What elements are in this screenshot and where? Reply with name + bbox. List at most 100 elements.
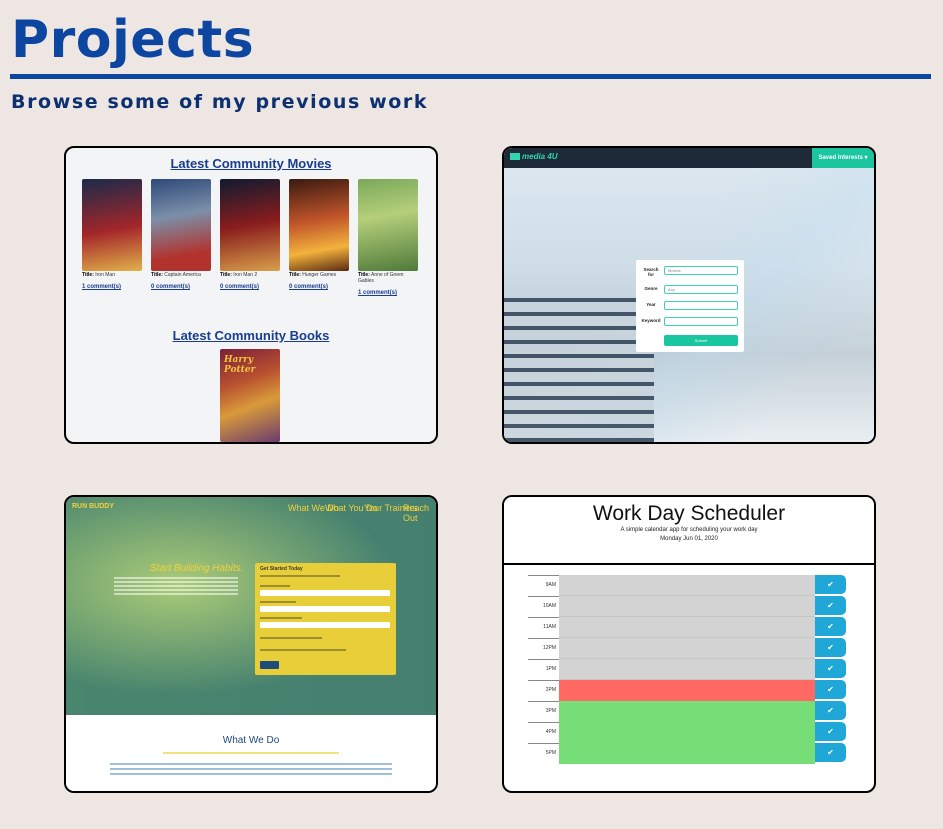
field-label [260,601,296,603]
section-divider [163,752,339,754]
submit-button[interactable]: Submit [664,335,738,346]
search-for-label: Search for [643,267,659,277]
name-input[interactable] [260,590,390,596]
book-cover-title: Harry Potter [224,355,256,375]
save-button[interactable]: ✔ [815,575,846,594]
event-textarea[interactable] [559,680,815,701]
save-button[interactable]: ✔ [815,596,846,615]
time-block-row: 11AM ✔ [528,617,848,638]
check-icon: ✔ [827,727,834,736]
movie-caption: Title: Captain America [151,272,201,278]
year-label: Year [646,302,656,307]
time-block-row: 3PM ✔ [528,701,848,722]
event-textarea[interactable] [559,743,815,764]
email-input[interactable] [260,606,390,612]
comment-count-link[interactable]: 0 comment(s) [289,284,328,290]
run-buddy-logo: RUN BUDDY [72,503,114,510]
keyword-label: Keyword [641,318,661,323]
page-title: Projects [11,10,255,70]
time-block-row: 5PM ✔ [528,743,848,764]
hero-heading: Start Building Habits. [150,563,244,574]
movie-poster-image [358,179,418,271]
saved-interests-button[interactable]: Saved Interests ▾ [812,148,874,168]
hour-label: 5PM [528,743,559,764]
check-icon: ✔ [827,664,834,673]
movie-poster-image [82,179,142,271]
form-note [260,575,340,577]
nav-reach-out[interactable]: Reach Out [403,503,436,523]
save-button[interactable]: ✔ [815,701,846,720]
save-button[interactable]: ✔ [815,659,846,678]
check-icon: ✔ [827,706,834,715]
media4u-logo: media 4U [510,152,558,161]
hour-label: 12PM [528,638,559,659]
time-block-row: 12PM ✔ [528,638,848,659]
comment-count-link[interactable]: 0 comment(s) [220,284,259,290]
get-started-form: Get Started Today [255,563,396,675]
hour-label: 4PM [528,722,559,743]
event-textarea[interactable] [559,575,815,596]
keyword-input[interactable] [664,317,738,326]
project-card-run-buddy[interactable]: RUN BUDDY What We Do What You Do Your Tr… [64,495,438,793]
current-date: Monday Jun 01, 2020 [660,536,718,542]
hour-label: 11AM [528,617,559,638]
what-we-do-section: What We Do [66,715,436,791]
movie-caption: Title: Iron Man 2 [220,272,258,278]
check-icon: ✔ [827,580,834,589]
bookshelf-image [504,298,654,442]
movie-caption: Title: Iron Man [82,272,115,278]
movie-poster-image [151,179,211,271]
section-paragraph [110,763,392,775]
year-input[interactable] [664,301,738,310]
check-icon: ✔ [827,622,834,631]
event-textarea[interactable] [559,617,815,638]
movie-poster-image [289,179,349,271]
movie-caption: Title: Anne of Green Gables [358,272,404,284]
book-cover-image: Harry Potter [220,349,280,442]
comment-count-link[interactable]: 1 comment(s) [82,284,121,290]
project-card-media4u[interactable]: media 4U Saved Interests ▾ Search for Mo… [502,146,876,444]
hour-label: 10AM [528,596,559,617]
save-button[interactable]: ✔ [815,638,846,657]
comment-count-link[interactable]: 1 comment(s) [358,290,397,296]
scheduler-subtitle: A simple calendar app for scheduling you… [620,527,758,533]
event-textarea[interactable] [559,701,815,722]
scheduler-header: Work Day Scheduler A simple calendar app… [504,497,874,565]
time-block-row: 2PM ✔ [528,680,848,701]
comment-count-link[interactable]: 0 comment(s) [151,284,190,290]
phone-input[interactable] [260,622,390,628]
movies-heading: Latest Community Movies [170,156,332,171]
field-label [260,585,290,587]
event-textarea[interactable] [559,596,815,617]
hero-paragraph [114,577,238,597]
page-subtitle: Browse some of my previous work [11,91,429,113]
event-textarea[interactable] [559,638,815,659]
save-button[interactable]: ✔ [815,743,846,762]
event-textarea[interactable] [559,722,815,743]
genre-select[interactable]: Any [664,285,738,294]
get-started-button[interactable] [260,661,279,669]
event-textarea[interactable] [559,659,815,680]
radio-question [260,637,322,639]
project-card-community[interactable]: Latest Community Movies Title: Iron Man … [64,146,438,444]
hour-label: 1PM [528,659,559,680]
save-button[interactable]: ✔ [815,680,846,699]
save-button[interactable]: ✔ [815,722,846,741]
hour-label: 2PM [528,680,559,701]
movie-caption: Title: Hunger Games [289,272,337,278]
scheduler-title: Work Day Scheduler [592,502,786,525]
time-block-row: 4PM ✔ [528,722,848,743]
project-card-scheduler[interactable]: Work Day Scheduler A simple calendar app… [502,495,876,793]
check-icon: ✔ [827,685,834,694]
hour-label: 9AM [528,575,559,596]
check-icon: ✔ [827,748,834,757]
checkbox-label [260,649,346,651]
search-for-select[interactable]: Movies [664,266,738,275]
movie-poster-image [220,179,280,271]
section-heading: What We Do [222,735,280,746]
form-heading: Get Started Today [260,566,303,572]
hour-label: 3PM [528,701,559,722]
save-button[interactable]: ✔ [815,617,846,636]
media4u-search-form: Search for Movies Genre Any Year Keyword… [636,260,744,352]
check-icon: ✔ [827,643,834,652]
